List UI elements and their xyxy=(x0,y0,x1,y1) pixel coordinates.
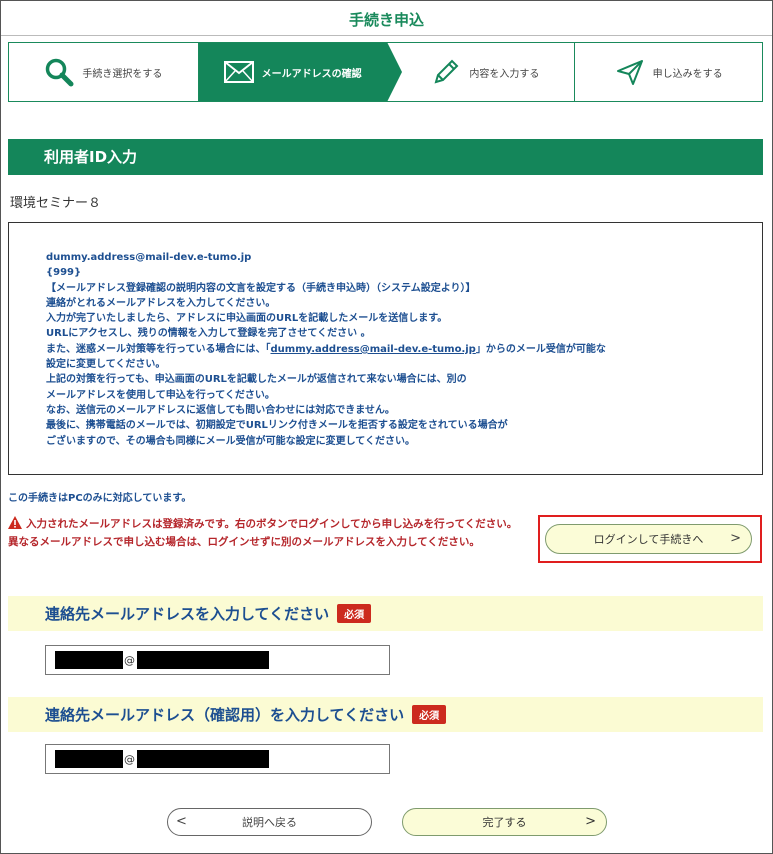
redacted-local-part xyxy=(55,651,123,669)
email-link[interactable]: dummy.address@mail-dev.e-tumo.jp xyxy=(271,344,476,355)
back-button[interactable]: < 説明へ戻る xyxy=(167,808,372,836)
back-button-label: 説明へ戻る xyxy=(242,816,297,829)
redacted-domain xyxy=(137,750,269,768)
warning-text: 入力されたメールアドレスは登録済みです。右のボタンでログインしてから申し込みを行… xyxy=(26,518,518,530)
at-sign: @ xyxy=(124,653,135,667)
send-icon xyxy=(615,57,645,87)
redacted-local-part xyxy=(55,750,123,768)
email-label: 連絡先メールアドレスを入力してください xyxy=(45,605,330,623)
envelope-icon xyxy=(223,61,254,83)
info-line: dummy.address@mail-dev.e-tumo.jp xyxy=(46,252,252,263)
info-line: URLにアクセスし、残りの情報を入力して登録を完了させてください 。 xyxy=(46,328,371,340)
warning-icon xyxy=(8,516,22,535)
redacted-domain xyxy=(137,651,269,669)
email-confirm-label: 連絡先メールアドレス（確認用）を入力してください xyxy=(45,706,405,724)
complete-button-label: 完了する xyxy=(482,816,527,829)
info-line: 最後に、携帯電話のメールでは、初期設定でURLリンク付きメールを拒否する設定をさ… xyxy=(46,420,508,432)
step-label: 申し込みをする xyxy=(652,68,723,80)
info-line: 入力が完了いたしましたら、アドレスに申込画面のURLを記載したメールを送信します… xyxy=(46,313,448,325)
info-line: また、迷惑メール対策等を行っている場合には、「dummy.address@mai… xyxy=(46,343,606,355)
email-confirm-label-bar: 連絡先メールアドレス（確認用）を入力してください 必須 xyxy=(8,697,763,732)
step-enter-details: 内容を入力する xyxy=(387,43,575,101)
info-line: 【メールアドレス登録確認の説明内容の文言を設定する（手続き申込時）（システム設定… xyxy=(46,282,476,294)
step-apply: 申し込みをする xyxy=(574,43,762,101)
info-line: {999} xyxy=(46,267,82,279)
info-line: ございますので、その場合も同様にメール受信が可能な設定に変更してください。 xyxy=(46,435,415,447)
step-label: 内容を入力する xyxy=(469,68,540,80)
registered-warning: 入力されたメールアドレスは登録済みです。右のボタンでログインしてから申し込みを行… xyxy=(8,516,528,550)
email-confirm-field[interactable]: @ xyxy=(45,744,390,774)
info-panel: dummy.address@mail-dev.e-tumo.jp {999} 【… xyxy=(8,222,763,475)
at-sign: @ xyxy=(124,752,135,766)
warning-text: 異なるメールアドレスで申し込む場合は、ログインせずに別のメールアドレスを入力して… xyxy=(8,535,480,548)
step-label: 手続き選択をする xyxy=(82,68,163,80)
step-select-procedure: 手続き選択をする xyxy=(9,43,198,101)
procedure-name: 環境セミナー８ xyxy=(10,196,102,211)
search-icon xyxy=(44,57,74,87)
info-line: なお、送信元のメールアドレスに返信しても問い合わせには対応できません。 xyxy=(46,404,395,416)
info-line: 上記の対策を行っても、申込画面のURLを記載したメールが返信されて来ない場合には… xyxy=(46,374,467,386)
login-button[interactable]: ログインして手続きへ > xyxy=(545,524,752,554)
page-title: 手続き申込 xyxy=(348,11,424,29)
step-indicator: 手続き選択をする メールアドレスの確認 内容を入力する 申し込みをする xyxy=(8,42,763,102)
step-email-confirm: メールアドレスの確認 xyxy=(197,42,402,102)
title-divider xyxy=(1,35,772,36)
email-field[interactable]: @ xyxy=(45,645,390,675)
required-badge: 必須 xyxy=(337,604,372,623)
complete-button[interactable]: 完了する > xyxy=(402,808,607,836)
chevron-right-icon: > xyxy=(730,531,741,546)
pc-only-notice: この手続きはPCのみに対応しています。 xyxy=(8,493,192,504)
pencil-icon xyxy=(431,57,461,87)
info-line: 連絡がとれるメールアドレスを入力してください。 xyxy=(46,297,276,309)
info-line: メールアドレスを使用して申込を行ってください。 xyxy=(46,389,275,401)
chevron-left-icon: < xyxy=(176,814,187,829)
step-label: メールアドレスの確認 xyxy=(261,68,362,80)
required-badge: 必須 xyxy=(412,705,447,724)
chevron-right-icon: > xyxy=(585,814,596,829)
login-button-label: ログインして手続きへ xyxy=(593,533,704,546)
email-label-bar: 連絡先メールアドレスを入力してください 必須 xyxy=(8,596,763,631)
info-line: 設定に変更してください。 xyxy=(46,359,166,371)
section-heading: 利用者ID入力 xyxy=(8,139,763,175)
